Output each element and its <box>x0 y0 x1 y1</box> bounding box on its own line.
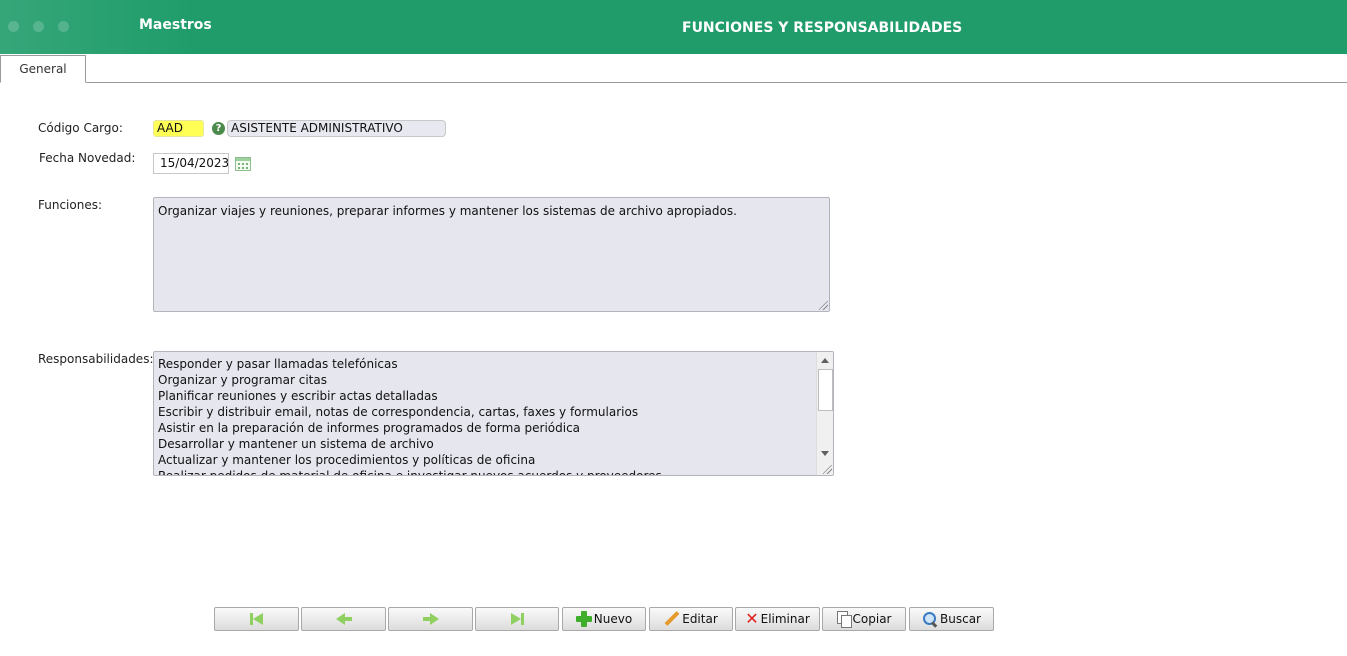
eliminar-label: Eliminar <box>760 612 810 626</box>
responsabilidades-textarea[interactable]: Responder y pasar llamadas telefónicas O… <box>153 351 834 476</box>
copiar-button[interactable]: Copiar <box>822 607 906 631</box>
tab-general[interactable]: General <box>0 55 86 83</box>
previous-record-button[interactable] <box>301 607 386 631</box>
scroll-thumb[interactable] <box>818 369 833 411</box>
previous-record-icon <box>334 611 354 627</box>
fecha-novedad-input[interactable]: 15/04/2023 <box>153 153 229 174</box>
first-record-icon <box>247 611 267 627</box>
funciones-text: Organizar viajes y reuniones, preparar i… <box>158 204 737 218</box>
nuevo-label: Nuevo <box>593 612 633 626</box>
page-title: FUNCIONES Y RESPONSABILIDADES <box>682 20 963 36</box>
help-icon[interactable]: ? <box>212 122 225 135</box>
first-record-button[interactable] <box>214 607 299 631</box>
resize-handle-icon[interactable] <box>819 301 828 310</box>
resize-handle-icon[interactable] <box>823 465 832 474</box>
scroll-up-icon[interactable] <box>818 353 833 368</box>
buscar-button[interactable]: Buscar <box>909 607 994 631</box>
list-item: Realizar pedidos de material de oficina … <box>158 469 662 476</box>
codigo-cargo-label: Código Cargo: <box>38 121 123 135</box>
list-item: Asistir en la preparación de informes pr… <box>158 421 581 435</box>
plus-icon <box>575 611 592 627</box>
editar-button[interactable]: Editar <box>649 607 733 631</box>
tab-bar: General <box>0 54 1347 83</box>
next-record-icon <box>421 611 441 627</box>
responsabilidades-lines: Responder y pasar llamadas telefónicas O… <box>158 356 813 476</box>
codigo-cargo-input[interactable]: AAD <box>153 120 204 137</box>
fecha-novedad-label: Fecha Novedad: <box>39 151 136 165</box>
copiar-label: Copiar <box>852 612 892 626</box>
responsabilidades-label: Responsabilidades: <box>38 352 154 366</box>
list-item: Planificar reuniones y escribir actas de… <box>158 389 438 403</box>
window-dot-icon[interactable] <box>58 21 69 32</box>
vertical-scrollbar[interactable] <box>816 352 833 475</box>
list-item: Desarrollar y mantener un sistema de arc… <box>158 437 434 451</box>
editar-label: Editar <box>682 612 718 626</box>
delete-x-icon: ✕ <box>745 609 759 628</box>
cargo-name-field: ASISTENTE ADMINISTRATIVO <box>227 120 446 137</box>
eliminar-button[interactable]: ✕ Eliminar <box>735 607 820 631</box>
calendar-icon[interactable] <box>235 157 251 171</box>
app-header: Maestros FUNCIONES Y RESPONSABILIDADES <box>0 0 1347 54</box>
list-item: Responder y pasar llamadas telefónicas <box>158 357 398 371</box>
next-record-button[interactable] <box>388 607 473 631</box>
funciones-label: Funciones: <box>38 198 103 212</box>
nuevo-button[interactable]: Nuevo <box>562 607 646 631</box>
window-dot-icon[interactable] <box>8 21 19 32</box>
list-item: Organizar y programar citas <box>158 373 327 387</box>
buscar-label: Buscar <box>940 612 981 626</box>
pencil-icon <box>664 611 680 627</box>
funciones-textarea[interactable]: Organizar viajes y reuniones, preparar i… <box>153 197 830 312</box>
window-dot-icon[interactable] <box>33 21 44 32</box>
search-icon <box>922 611 938 627</box>
copy-icon <box>836 611 852 628</box>
list-item: Actualizar y mantener los procedimientos… <box>158 453 536 467</box>
last-record-button[interactable] <box>475 607 559 631</box>
last-record-icon <box>507 611 527 627</box>
scroll-down-icon[interactable] <box>818 446 833 461</box>
list-item: Escribir y distribuir email, notas de co… <box>158 405 639 419</box>
app-name: Maestros <box>139 17 212 33</box>
